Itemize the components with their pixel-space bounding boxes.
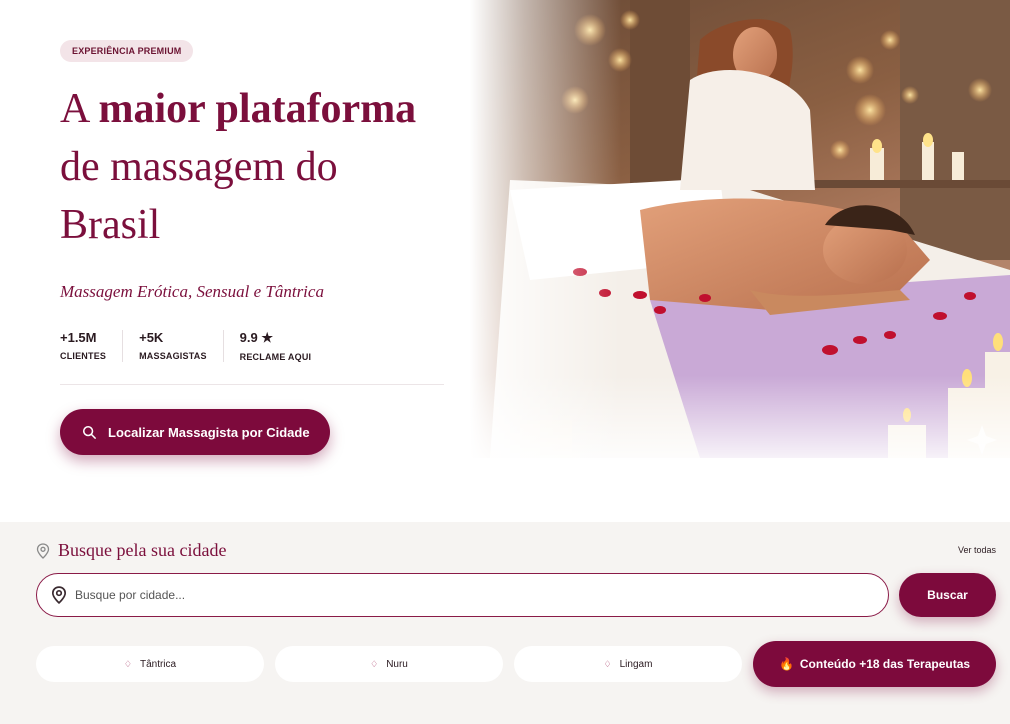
stat-label: MASSAGISTAS — [139, 351, 207, 361]
stat-rating: 9.9 ★ RECLAME AQUI — [240, 330, 328, 362]
city-search-input[interactable] — [75, 588, 855, 602]
headline-line2: de massagem do — [60, 144, 338, 190]
stat-clients: +1.5M CLIENTES — [60, 330, 124, 362]
petal-icon: ♢ — [123, 658, 132, 669]
find-therapist-label: Localizar Massagista por Cidade — [108, 424, 310, 440]
city-search-field[interactable] — [36, 573, 889, 617]
search-button[interactable]: Buscar — [899, 573, 996, 617]
page-title: A maior plataforma de massagem do Brasil — [60, 80, 450, 254]
section-title-text: Busque pela sua cidade — [58, 540, 227, 560]
chip-label: Tântrica — [139, 658, 177, 670]
chip-tantrica[interactable]: ♢ Tântrica — [36, 646, 264, 682]
hero-section: EXPERIÊNCIA PREMIUM A maior plataforma d… — [0, 0, 1010, 522]
chip-lingam[interactable]: ♢ Lingam — [514, 646, 742, 682]
stat-value: 9.9 ★ — [239, 330, 273, 345]
adult-content-button[interactable]: 🔥 Conteúdo +18 das Terapeutas — [753, 641, 996, 687]
fire-icon: 🔥 — [778, 657, 794, 671]
stat-value: +5K — [139, 330, 164, 345]
stat-label: RECLAME AQUI — [239, 352, 312, 362]
adult-content-label: Conteúdo +18 das Terapeutas — [799, 657, 971, 671]
city-search-section: Busque pela sua cidade Ver todas Buscar … — [0, 522, 1010, 724]
chip-nuru[interactable]: ♢ Nuru — [275, 646, 503, 682]
petal-icon: ♢ — [370, 658, 379, 669]
stat-therapists: +5K MASSAGISTAS — [139, 330, 224, 362]
divider — [60, 384, 444, 385]
hero-content: EXPERIÊNCIA PREMIUM A maior plataforma d… — [60, 40, 450, 455]
stat-label: CLIENTES — [60, 351, 107, 361]
premium-badge: EXPERIÊNCIA PREMIUM — [60, 40, 194, 62]
section-title: Busque pela sua cidade — [36, 540, 226, 561]
petal-icon: ♢ — [603, 658, 612, 669]
chip-label: Nuru — [386, 658, 408, 670]
stat-value: +1.5M — [60, 330, 97, 345]
headline-line3: Brasil — [60, 202, 161, 248]
stats-row: +1.5M CLIENTES +5K MASSAGISTAS 9.9 ★ REC… — [60, 330, 450, 362]
hero-subtitle: Massagem Erótica, Sensual e Tântrica — [60, 282, 324, 301]
headline-prefix: A — [60, 86, 99, 132]
location-pin-icon — [36, 542, 50, 559]
see-all-link[interactable]: Ver todas — [958, 545, 996, 555]
find-therapist-button[interactable]: Localizar Massagista por Cidade — [60, 409, 330, 455]
hero-image — [470, 0, 1010, 458]
search-icon — [82, 425, 96, 439]
massage-photo-icon — [490, 0, 1010, 458]
chip-label: Lingam — [619, 658, 653, 670]
headline-bold: maior plataforma — [98, 86, 417, 132]
location-pin-icon — [51, 586, 67, 604]
